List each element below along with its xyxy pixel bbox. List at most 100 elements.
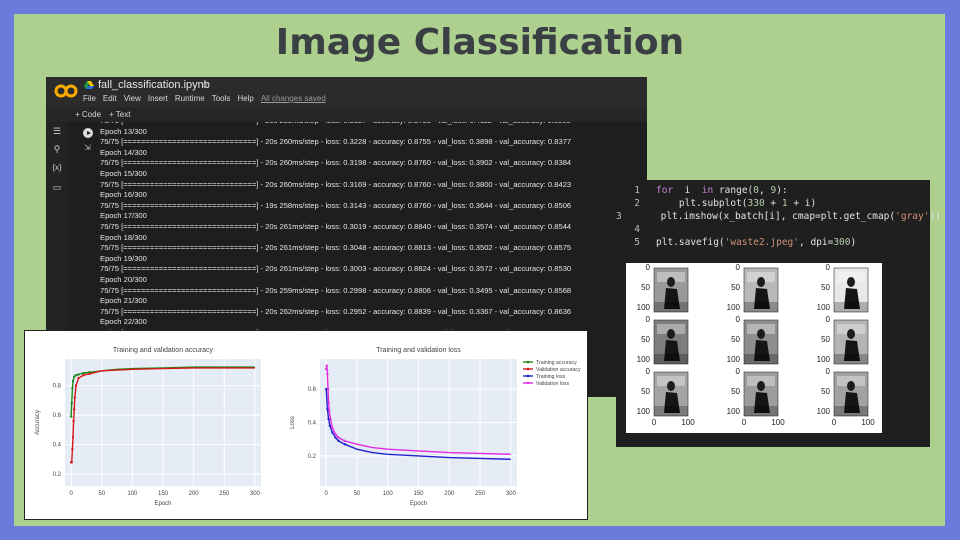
menu-edit[interactable]: Edit [103, 94, 117, 103]
code-token: 'waste2.jpeg' [724, 237, 799, 248]
star-icon[interactable]: ☆ [200, 78, 210, 91]
person-head [847, 329, 855, 339]
series-point [71, 379, 75, 383]
legend-entry: Training accuracy [523, 360, 577, 366]
ytick-label: 0 [826, 315, 831, 324]
colab-logo-icon[interactable] [54, 84, 78, 98]
line-number: 4 [634, 224, 640, 235]
line-number: 1 [634, 185, 640, 196]
chart-title: Training and validation loss [376, 347, 461, 354]
add-text-button[interactable]: + Text [109, 110, 130, 119]
xtick-label: 0 [832, 418, 837, 427]
legend-entry: Training loss [523, 374, 566, 380]
code-token: plt.savefig( [656, 237, 725, 248]
menu-help[interactable]: Help [237, 94, 253, 103]
add-code-button[interactable]: + Code [75, 110, 101, 119]
image-grid-figure: 0501000501000501000501000501000501000501… [626, 263, 882, 433]
legend-label: Validation loss [536, 381, 569, 387]
code-token: plt.imshow(x_batch[i], cmap=plt.get_cmap… [637, 211, 896, 222]
x-tick-label: 0 [69, 491, 73, 497]
code-line: 2 plt.subplot(330 + 1 + i) [616, 197, 930, 210]
x-tick-label: 150 [158, 491, 169, 497]
image-floor [834, 406, 868, 416]
save-status-link[interactable]: All changes saved [261, 94, 326, 103]
menu-file[interactable]: File [83, 94, 96, 103]
notebook-title[interactable]: fall_classification.ipynb [98, 79, 210, 91]
ytick-label: 100 [817, 355, 831, 364]
code-token: + [764, 198, 782, 209]
folder-icon[interactable]: ▭ [52, 182, 62, 193]
image-floor [654, 302, 688, 312]
legend-label: Training accuracy [536, 360, 577, 366]
x-tick-label: 50 [354, 491, 361, 497]
variables-icon[interactable]: {x} [52, 163, 62, 172]
ytick-label: 50 [731, 387, 740, 396]
code-text: plt.savefig('waste2.jpeg', dpi=300) [656, 236, 856, 249]
code-token: , [759, 185, 771, 196]
ytick-label: 50 [821, 335, 830, 344]
series-point [71, 447, 74, 451]
legend-marker [526, 381, 530, 385]
series-point [343, 443, 346, 446]
progress-line: 75/75 [==============================] -… [100, 306, 572, 316]
menu-runtime[interactable]: Runtime [175, 94, 205, 103]
training-plots: 0 50 100 150 200 250 300 0.2 0.4 0.6 0.8 Training a… [24, 330, 588, 520]
progress-line: 75/75 [==============================] -… [100, 264, 572, 274]
series-point [69, 415, 73, 418]
series-point [331, 431, 334, 434]
xtick-label: 0 [652, 418, 657, 427]
series-point [82, 374, 85, 377]
chart-panel: 0 50 100 150 200 250 300 0.2 0.4 0.6 0.8 Training a… [35, 347, 261, 507]
line-number: 3 [616, 211, 622, 222]
ytick-label: 100 [637, 355, 651, 364]
series-point [324, 367, 328, 371]
legend-marker [526, 374, 530, 378]
series-point [82, 371, 85, 375]
series-point [337, 439, 340, 443]
toc-icon[interactable]: ☰ [52, 126, 62, 137]
ytick-label: 50 [821, 283, 830, 292]
output-icon[interactable]: ⇲ [84, 143, 91, 152]
epoch-line: Epoch 17/300 [100, 211, 147, 221]
x-tick-label: 200 [189, 491, 200, 497]
xtick-label: 0 [742, 418, 747, 427]
progress-line: 75/75 [==============================] -… [100, 137, 572, 147]
y-tick-label: 0.2 [308, 454, 317, 460]
progress-line: 75/75 [==============================] -… [100, 179, 572, 189]
series-point [337, 436, 340, 439]
legend-marker [526, 360, 530, 364]
xtick-label: 100 [771, 418, 785, 427]
code-editor[interactable]: 1 for i in range(0, 9): 2 plt.subplot(330 … [616, 184, 941, 249]
epoch-line: Epoch 20/300 [100, 274, 147, 284]
menu-view[interactable]: View [124, 94, 141, 103]
ytick-label: 100 [637, 407, 651, 416]
ytick-label: 0 [736, 263, 741, 272]
image-floor [834, 354, 868, 364]
ytick-label: 50 [821, 387, 830, 396]
epoch-line: Epoch 15/300 [100, 168, 147, 178]
code-text: for i in range(0, 9): [656, 184, 788, 197]
code-token: range( [713, 185, 754, 196]
code-token: + i) [787, 198, 817, 209]
person-head [667, 329, 675, 339]
image-floor [654, 354, 688, 364]
search-icon[interactable]: ⚲ [52, 144, 62, 155]
code-token: ) [850, 237, 857, 248]
menu-tools[interactable]: Tools [212, 94, 231, 103]
x-tick-label: 100 [127, 491, 138, 497]
run-cell-button[interactable] [83, 128, 93, 138]
chart-title: Training and validation accuracy [113, 347, 214, 354]
code-token: , dpi= [799, 237, 834, 248]
progress-line: 75/75 [==============================] -… [100, 158, 572, 168]
series-point [74, 384, 78, 387]
xtick-label: 100 [681, 418, 695, 427]
ytick-label: 100 [817, 407, 831, 416]
training-plots-svg: 0 50 100 150 200 250 300 0.2 0.4 0.6 0.8 Training a… [35, 347, 581, 507]
ytick-label: 100 [817, 303, 831, 312]
series-point [343, 439, 346, 443]
person-head [757, 329, 765, 339]
legend-marker [526, 367, 530, 371]
sample-image [743, 267, 779, 313]
code-line: 4 [616, 223, 930, 236]
menu-insert[interactable]: Insert [148, 94, 168, 103]
